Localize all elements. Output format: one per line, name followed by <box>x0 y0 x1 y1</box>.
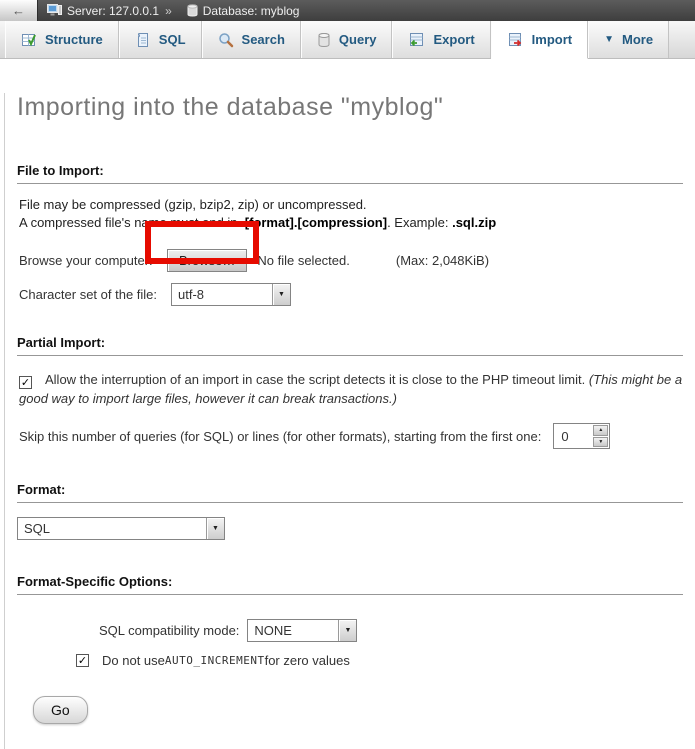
charset-row: Character set of the file: utf-8 ▼ <box>19 283 685 306</box>
hint-example: .sql.zip <box>452 215 496 230</box>
format-select-value: SQL <box>18 521 206 536</box>
browse-label: Browse your computer: <box>19 253 167 268</box>
tab-more[interactable]: ▼ More <box>588 21 669 58</box>
database-icon <box>187 4 198 17</box>
tab-export[interactable]: Export <box>392 21 490 58</box>
hint-line2-mid: . Example: <box>387 215 452 230</box>
auto-increment-code: AUTO_INCREMENT <box>165 654 265 667</box>
hint-format-compression: .[format].[compression] <box>241 215 387 230</box>
tab-bar: Structure SQL Search <box>0 21 695 59</box>
sql-compatibility-value: NONE <box>248 623 338 638</box>
sql-page-icon <box>135 32 151 48</box>
breadcrumb-server[interactable]: Server: 127.0.0.1 <box>67 4 159 18</box>
tab-import[interactable]: Import <box>491 21 588 59</box>
hint-line2-prefix: A compressed file's name must end in <box>19 215 241 230</box>
section-heading-partial-import: Partial Import: <box>17 335 683 356</box>
page-title: Importing into the database "myblog" <box>17 93 685 122</box>
spinner-down-icon[interactable]: ▼ <box>593 437 608 448</box>
chevron-down-icon[interactable]: ▼ <box>338 620 356 641</box>
structure-table-icon <box>21 32 37 48</box>
charset-select-value: utf-8 <box>172 287 272 302</box>
format-select[interactable]: SQL ▼ <box>17 517 225 540</box>
breadcrumb-database[interactable]: Database: myblog <box>203 4 300 18</box>
tab-label: Structure <box>45 32 103 47</box>
search-magnifier-icon <box>218 32 234 48</box>
spinner-buttons: ▲ ▼ <box>592 424 609 448</box>
auto-increment-row: ✓ Do not use AUTO_INCREMENT for zero valu… <box>76 653 685 668</box>
tab-search[interactable]: Search <box>202 21 301 58</box>
skip-queries-row: Skip this number of queries (for SQL) or… <box>19 423 685 449</box>
allow-interruption-checkbox[interactable]: ✓ <box>19 376 32 389</box>
allow-interruption-text: Allow the interruption of an import in c… <box>45 372 589 387</box>
sql-compatibility-select[interactable]: NONE ▼ <box>247 619 357 642</box>
query-database-icon <box>317 32 331 48</box>
tab-sql[interactable]: SQL <box>119 21 202 58</box>
tab-label: Import <box>532 32 572 47</box>
go-button[interactable]: Go <box>33 696 88 724</box>
section-heading-format: Format: <box>17 482 683 503</box>
main-content: Importing into the database "myblog" Fil… <box>4 93 695 749</box>
chevron-down-icon: ▼ <box>604 34 614 45</box>
auto-increment-text-prefix: Do not use <box>102 653 165 668</box>
charset-select[interactable]: utf-8 ▼ <box>171 283 291 306</box>
tab-query[interactable]: Query <box>301 21 393 58</box>
auto-increment-checkbox[interactable]: ✓ <box>76 654 89 667</box>
tab-label: Export <box>433 32 474 47</box>
tab-label: More <box>622 32 653 47</box>
sql-compatibility-row: SQL compatibility mode: NONE ▼ <box>99 619 685 642</box>
tab-label: Query <box>339 32 377 47</box>
breadcrumb-separator: » <box>165 4 172 18</box>
breadcrumb-bar: ← Server: 127.0.0.1 » Database: myblog <box>0 0 695 21</box>
tab-label: Search <box>242 32 285 47</box>
charset-label: Character set of the file: <box>19 287 171 302</box>
skip-queries-input[interactable]: 0 ▲ ▼ <box>553 423 610 449</box>
chevron-down-icon[interactable]: ▼ <box>272 284 290 305</box>
no-file-selected-text: No file selected. <box>257 253 350 268</box>
back-arrow-icon: ← <box>12 3 25 18</box>
section-heading-format-specific-options: Format-Specific Options: <box>17 574 683 595</box>
max-size-text: (Max: 2,048KiB) <box>396 253 489 268</box>
server-icon <box>47 4 62 17</box>
auto-increment-text-suffix: for zero values <box>265 653 350 668</box>
allow-interruption-row: ✓ Allow the interruption of an import in … <box>19 370 683 408</box>
spinner-up-icon[interactable]: ▲ <box>593 425 608 436</box>
go-row: Go <box>33 696 685 724</box>
sql-compatibility-label: SQL compatibility mode: <box>99 623 239 638</box>
section-heading-file-to-import: File to Import: <box>17 163 683 184</box>
hint-line1: File may be compressed (gzip, bzip2, zip… <box>19 197 367 212</box>
tab-label: SQL <box>159 32 186 47</box>
browse-button[interactable]: Browse… <box>167 249 247 272</box>
chevron-down-icon[interactable]: ▼ <box>206 518 224 539</box>
back-button[interactable]: ← <box>0 0 38 21</box>
browse-row: Browse your computer: Browse… No file se… <box>19 247 685 273</box>
skip-queries-label: Skip this number of queries (for SQL) or… <box>19 429 541 444</box>
export-icon <box>408 32 425 48</box>
tab-structure[interactable]: Structure <box>5 21 119 58</box>
skip-queries-value: 0 <box>554 424 592 448</box>
file-import-hint: File may be compressed (gzip, bzip2, zip… <box>19 196 685 232</box>
import-icon <box>507 32 524 48</box>
